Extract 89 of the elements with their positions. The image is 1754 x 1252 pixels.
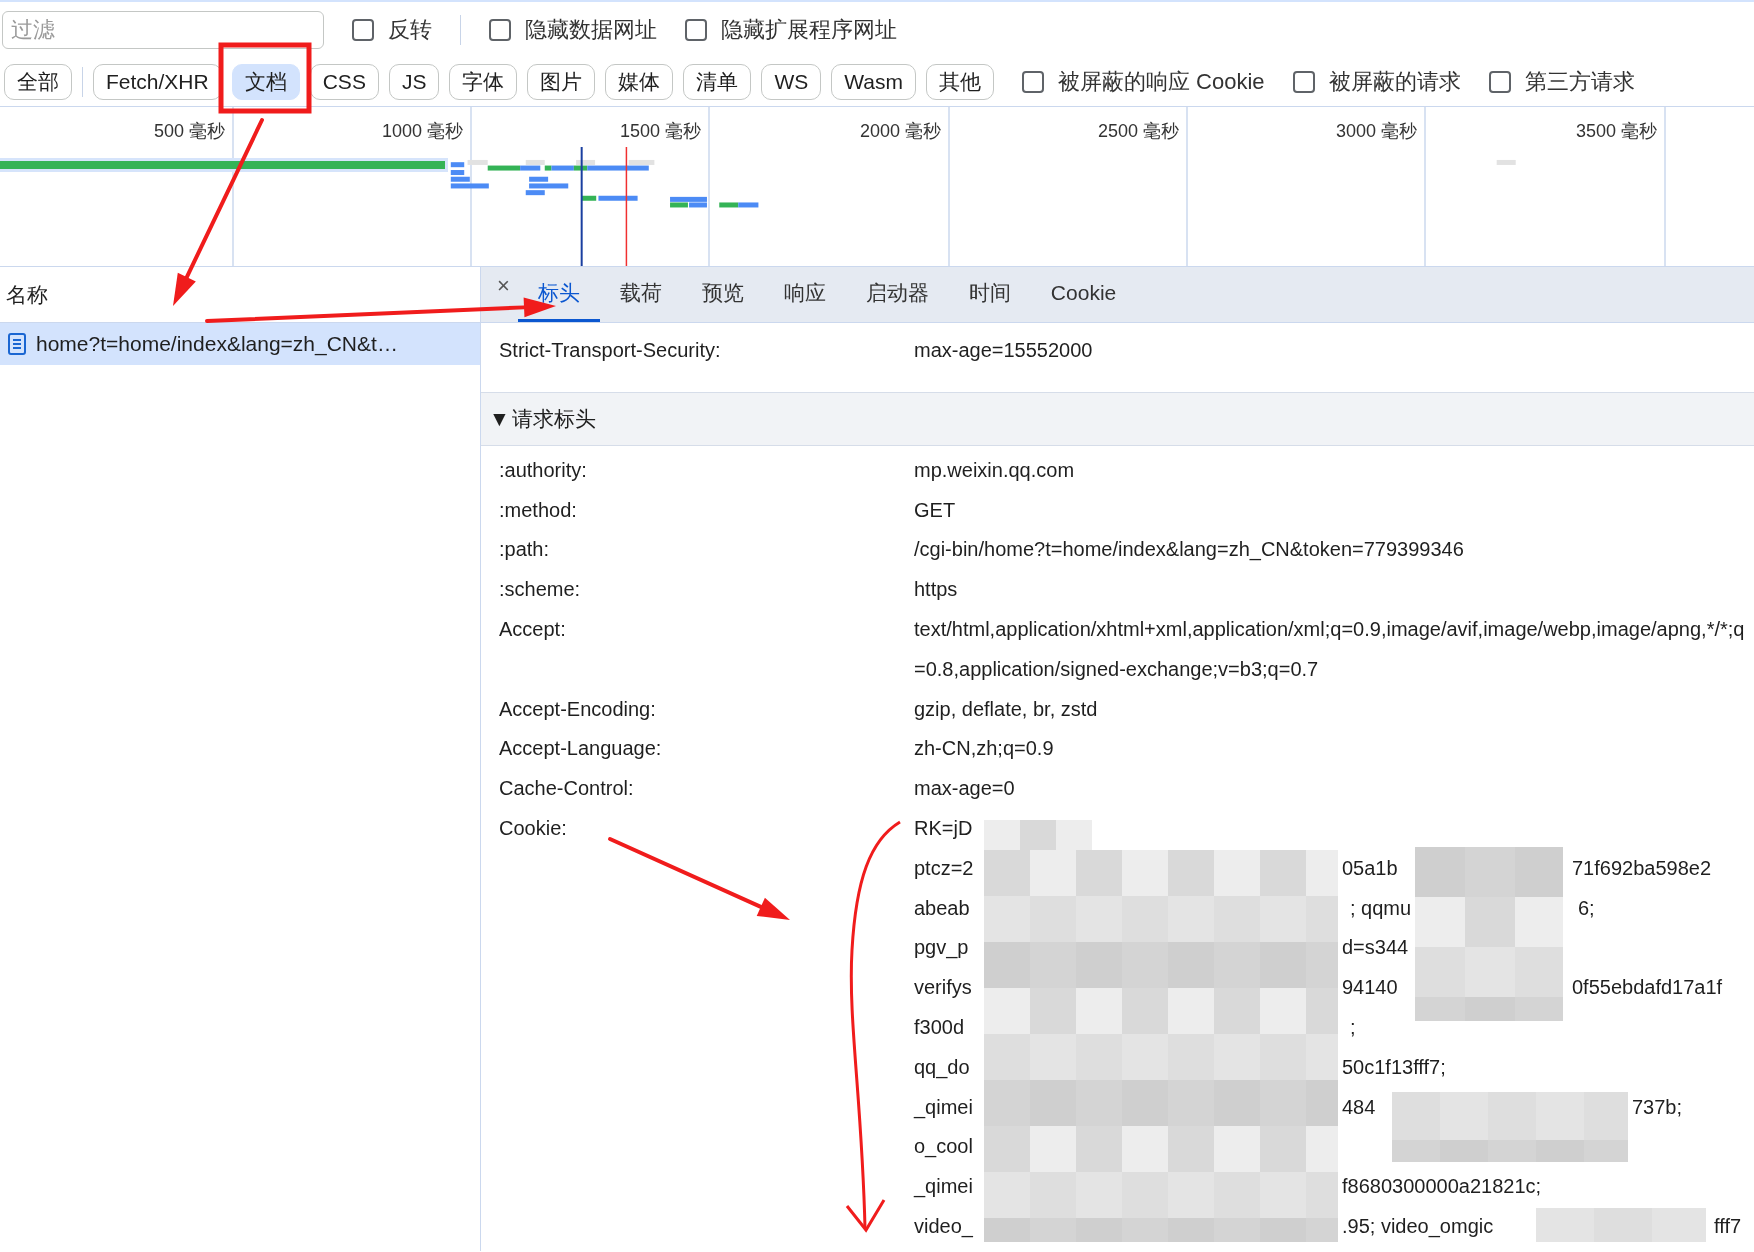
time-label: 3500 毫秒 (1575, 121, 1657, 141)
filter-chip[interactable]: 其他 (925, 64, 994, 100)
filter-chip[interactable]: 媒体 (605, 64, 674, 100)
tab[interactable]: 预览 (681, 267, 764, 322)
header-value: max-age=0 (914, 776, 1015, 802)
checkbox[interactable] (1292, 71, 1315, 93)
header-name: :scheme: (499, 577, 581, 603)
cookie-fragment: 50c1f13fff7; (1342, 1054, 1446, 1080)
checkbox[interactable] (685, 19, 707, 41)
checkbox-label: 隐藏扩展程序网址 (721, 16, 897, 44)
header-value: gzip, deflate, br, zstd (914, 696, 1098, 722)
header-value: https (914, 577, 958, 603)
tab[interactable]: 时间 (948, 267, 1031, 322)
filter-field[interactable]: 过滤 (2, 11, 324, 49)
checkbox[interactable] (489, 19, 511, 41)
checkbox[interactable] (1488, 71, 1511, 93)
header-value: mp.weixin.qq.com (914, 457, 1075, 483)
cookie-fragment: _qimei (914, 1174, 973, 1200)
cookie-fragment: ; qqmu (1350, 895, 1412, 921)
header-name: Cookie: (499, 815, 567, 841)
cookie-fragment: _qimei (914, 1094, 973, 1121)
filter-chip[interactable]: WS (761, 64, 822, 100)
cookie-fragment: ptcz=2 (914, 855, 974, 881)
checkbox-label: 反转 (388, 16, 432, 44)
filter-chip[interactable]: 图片 (527, 64, 596, 100)
time-label: 3000 毫秒 (1335, 121, 1417, 141)
checkbox-label: 被屏蔽的请求 (1328, 68, 1461, 96)
expand-toggle: ▼ (489, 406, 510, 431)
tab[interactable]: 启动器 (845, 267, 949, 322)
section-title: 请求标头 (511, 405, 596, 432)
cookie-fragment: abeab (914, 895, 970, 921)
header-name: Accept-Language: (499, 736, 662, 762)
checkbox[interactable] (1021, 71, 1044, 93)
tab[interactable]: 响应 (763, 267, 846, 322)
checkbox-label: 第三方请求 (1524, 68, 1635, 96)
header-name: Accept: (499, 617, 566, 642)
cookie-fragment: 0f55ebdafd17a1f (1572, 975, 1723, 1001)
time-label: 2000 毫秒 (859, 121, 941, 141)
cookie-fragment: .95; video_omgic (1342, 1213, 1494, 1240)
cookie-fragment: o_cool (914, 1134, 973, 1160)
cookie-fragment: 6; (1578, 895, 1595, 921)
cookie-fragment: qq_do (914, 1054, 970, 1081)
cookie-fragment: RK=jD (914, 815, 973, 841)
cookie-fragment: 94140 (1342, 975, 1398, 1001)
checkbox-label: 隐藏数据网址 (525, 16, 657, 44)
cookie-fragment: video_ (914, 1213, 973, 1240)
cookie-fragment: 484 (1342, 1094, 1376, 1120)
tab[interactable]: 载荷 (599, 267, 682, 322)
cookie-fragment: d=s344 (1342, 935, 1409, 961)
close-button[interactable]: × (489, 273, 518, 299)
column-header: 名称 (6, 281, 48, 308)
header-value: GET (914, 497, 956, 523)
header-value: zh-CN,zh;q=0.9 (914, 736, 1054, 762)
filter-chip[interactable]: 文档 (231, 64, 300, 100)
cookie-fragment: verifys (914, 975, 972, 1001)
header-name: Strict-Transport-Security: (499, 338, 721, 363)
time-label: 500 毫秒 (153, 121, 225, 141)
request-row[interactable]: home?t=home/index&lang=zh_CN&t… (0, 323, 480, 365)
filter-chip[interactable]: 全部 (4, 64, 72, 100)
cookie-fragment: 05a1b (1342, 855, 1398, 881)
filter-chip[interactable]: 清单 (683, 64, 752, 100)
filter-chip[interactable]: Wasm (831, 64, 916, 100)
checkbox-label: 被屏蔽的响应 Cookie (1057, 68, 1265, 96)
header-name: :method: (499, 497, 577, 523)
header-name: :path: (499, 537, 550, 563)
cookie-fragment: pgv_p (914, 935, 969, 961)
time-label: 1000 毫秒 (381, 121, 463, 141)
header-value: /cgi-bin/home?t=home/index&lang=zh_CN&token=779399346 (914, 537, 1464, 563)
section-header[interactable]: ▼请求标头 (481, 392, 1754, 446)
header-name: Accept-Encoding: (499, 696, 656, 722)
header-value: max-age=15552000 (914, 338, 1093, 363)
filter-chip[interactable]: JS (388, 64, 440, 100)
cookie-fragment: ; (1350, 1014, 1356, 1040)
header-name: :authority: (499, 457, 587, 483)
document-icon (8, 333, 26, 355)
time-label: 1500 毫秒 (619, 121, 701, 141)
checkbox[interactable] (352, 19, 374, 41)
header-name: Cache-Control: (499, 776, 634, 802)
filter-chip[interactable]: CSS (309, 64, 379, 100)
cookie-fragment: 737b; (1632, 1094, 1683, 1120)
tab[interactable]: Cookie (1030, 267, 1137, 322)
request-name: home?t=home/index&lang=zh_CN&t… (36, 332, 398, 356)
cookie-fragment: fff7 (1714, 1213, 1742, 1239)
cookie-fragment: f300d (914, 1014, 965, 1040)
filter-chip[interactable]: 字体 (449, 64, 518, 100)
filter-chip[interactable]: Fetch/XHR (93, 64, 222, 100)
cookie-fragment: f8680300000a21821c; (1342, 1174, 1542, 1200)
cookie-fragment: 71f692ba598e2 (1572, 855, 1712, 881)
time-label: 2500 毫秒 (1097, 121, 1179, 141)
